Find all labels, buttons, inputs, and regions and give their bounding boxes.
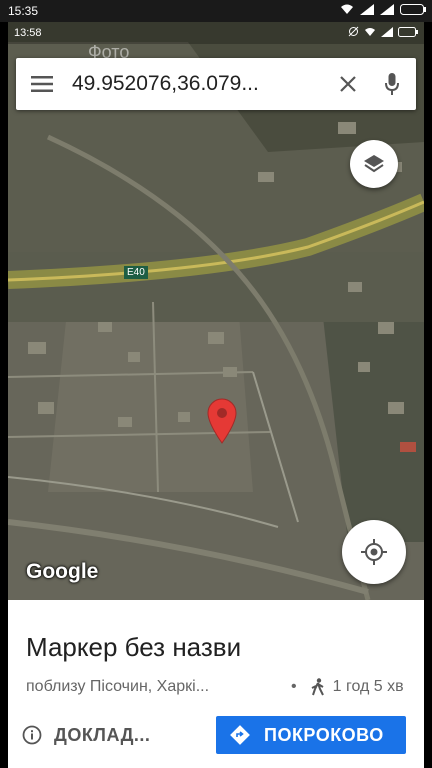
- google-logo: Google: [26, 560, 99, 583]
- walking-icon: [311, 678, 324, 696]
- search-bar[interactable]: 49.952076,36.079...: [16, 58, 416, 110]
- status-time: 15:35: [8, 4, 39, 18]
- app-status-time: 13:58: [14, 27, 42, 39]
- wifi-icon: [365, 27, 375, 36]
- separator: •: [291, 678, 297, 695]
- walking-time: 1 год 5 хв: [332, 678, 404, 695]
- phone-screen: 13:58 Фото 49.952076,36.079... E40 Googl…: [8, 22, 424, 768]
- battery-icon: [400, 4, 426, 15]
- map-view[interactable]: 13:58 Фото 49.952076,36.079... E40 Googl…: [8, 22, 424, 600]
- battery-icon: [398, 26, 418, 37]
- info-icon: [22, 725, 42, 745]
- layers-icon: [364, 155, 384, 173]
- voice-search-button[interactable]: [368, 58, 416, 110]
- clear-search-button[interactable]: [328, 58, 368, 110]
- action-row: ДОКЛАД... ПОКРОКОВО: [8, 714, 424, 756]
- details-label: ДОКЛАД...: [54, 724, 151, 745]
- menu-button[interactable]: [16, 58, 68, 110]
- place-address: поблизу Пісочин, Харкі...: [26, 678, 210, 695]
- directions-label: ПОКРОКОВО: [264, 724, 384, 745]
- details-button[interactable]: ДОКЛАД...: [22, 718, 150, 752]
- signal-icon: [360, 4, 374, 15]
- crosshair-icon: [361, 539, 387, 565]
- place-subtitle: поблизу Пісочин, Харкі... • 1 год 5 хв: [26, 678, 416, 696]
- signal-icon-2: [380, 4, 394, 15]
- microphone-icon: [385, 73, 399, 95]
- hamburger-icon: [31, 76, 53, 92]
- map-marker[interactable]: [206, 398, 238, 449]
- place-title: Маркер без назви: [26, 632, 242, 662]
- app-status-bar: 13:58: [8, 22, 424, 44]
- road-label: E40: [124, 266, 148, 279]
- place-sheet[interactable]: Маркер без назви поблизу Пісочин, Харкі.…: [8, 600, 424, 768]
- layers-button[interactable]: [350, 140, 398, 188]
- directions-button[interactable]: ПОКРОКОВО: [216, 716, 406, 754]
- mute-icon: [348, 26, 359, 37]
- search-query[interactable]: 49.952076,36.079...: [68, 72, 328, 96]
- signal-icon: [381, 26, 393, 37]
- my-location-button[interactable]: [342, 520, 406, 584]
- close-icon: [340, 76, 356, 92]
- directions-icon: [230, 725, 250, 745]
- device-status-bar: 15:35: [0, 0, 432, 22]
- wifi-icon: [341, 4, 353, 14]
- location-pin-icon: [207, 398, 237, 444]
